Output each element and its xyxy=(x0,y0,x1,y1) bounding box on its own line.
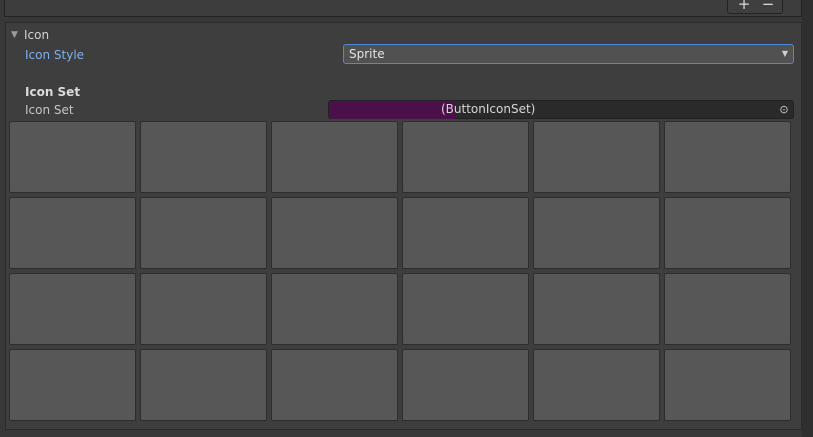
icon-slot[interactable] xyxy=(402,197,529,269)
icon-style-label: Icon Style xyxy=(25,48,85,62)
dropdown-arrow-icon: ▼ xyxy=(781,49,788,58)
icon-slot[interactable] xyxy=(9,273,136,345)
icon-slot[interactable] xyxy=(271,273,398,345)
icon-slot[interactable] xyxy=(271,197,398,269)
icon-set-object-type: (ButtonIconSet) xyxy=(441,102,536,116)
remove-button[interactable]: − xyxy=(756,0,780,12)
icon-slot[interactable] xyxy=(664,273,791,345)
icon-grid xyxy=(9,121,793,421)
icon-slot[interactable] xyxy=(140,197,267,269)
icon-slot[interactable] xyxy=(664,197,791,269)
list-add-remove-box: + − xyxy=(727,0,783,14)
list-footer xyxy=(4,0,802,17)
icon-slot[interactable] xyxy=(664,349,791,421)
icon-set-label: Icon Set xyxy=(25,103,74,117)
scrollbar-track[interactable] xyxy=(802,0,813,437)
icon-slot[interactable] xyxy=(402,121,529,193)
icon-slot[interactable] xyxy=(533,349,660,421)
icon-slot[interactable] xyxy=(664,121,791,193)
icon-slot[interactable] xyxy=(533,121,660,193)
icon-slot[interactable] xyxy=(9,121,136,193)
redacted-object-name xyxy=(330,102,456,119)
icon-style-dropdown[interactable]: Sprite ▼ xyxy=(343,44,794,64)
icon-slot[interactable] xyxy=(402,349,529,421)
icon-set-object-field[interactable]: (ButtonIconSet) ⊙ xyxy=(328,100,794,119)
icon-slot[interactable] xyxy=(533,197,660,269)
icon-foldout-label: Icon xyxy=(24,28,50,42)
icon-slot[interactable] xyxy=(9,349,136,421)
icon-slot[interactable] xyxy=(140,349,267,421)
add-button[interactable]: + xyxy=(732,0,756,12)
icon-slot[interactable] xyxy=(533,273,660,345)
icon-slot[interactable] xyxy=(271,121,398,193)
icon-style-value: Sprite xyxy=(349,47,385,61)
icon-slot[interactable] xyxy=(271,349,398,421)
icon-set-section-header: Icon Set xyxy=(25,85,81,99)
icon-foldout[interactable]: ▼ Icon xyxy=(11,27,49,43)
top-bar: + − xyxy=(0,0,813,20)
icon-slot[interactable] xyxy=(140,273,267,345)
icon-slot[interactable] xyxy=(9,197,136,269)
foldout-expanded-triangle-icon: ▼ xyxy=(11,30,18,40)
object-picker-icon[interactable]: ⊙ xyxy=(776,102,792,117)
icon-slot[interactable] xyxy=(402,273,529,345)
icon-slot[interactable] xyxy=(140,121,267,193)
